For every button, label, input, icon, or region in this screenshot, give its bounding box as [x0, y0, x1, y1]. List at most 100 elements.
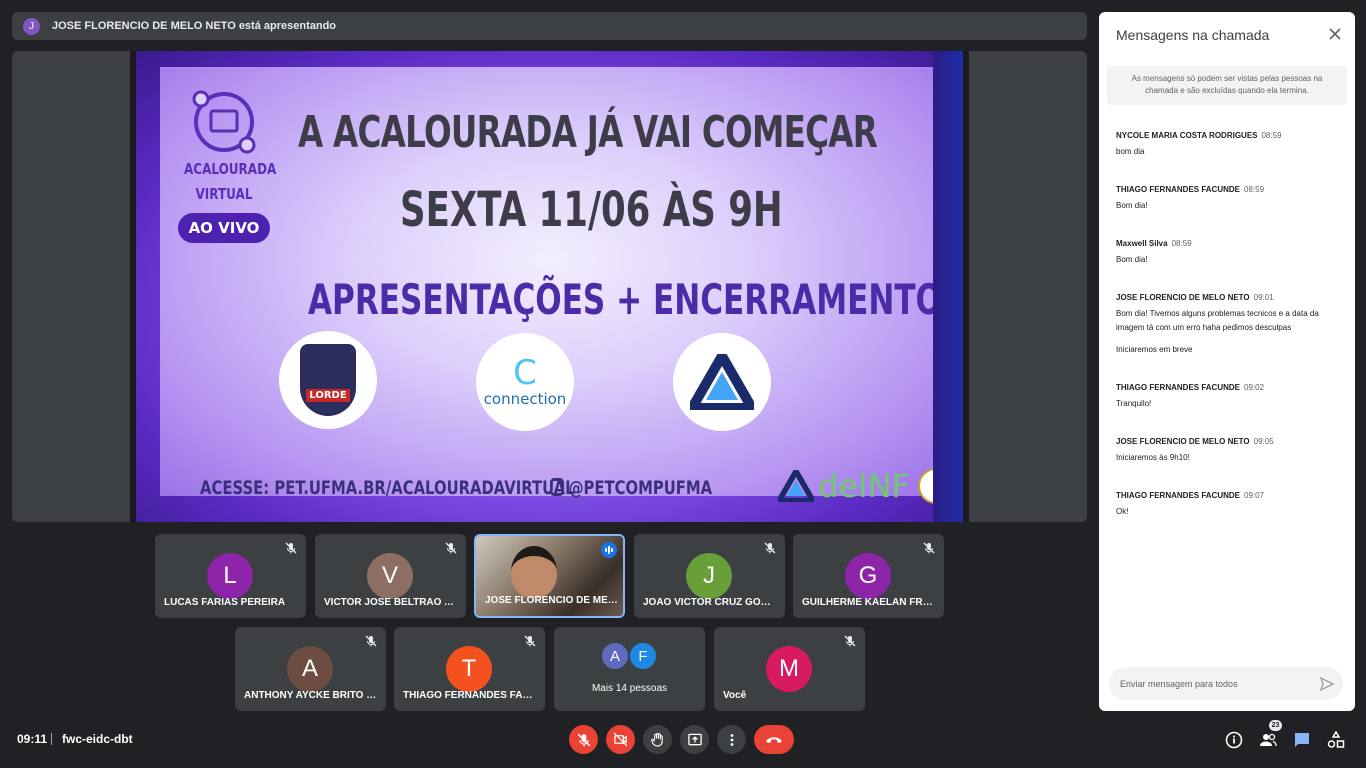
chat-message: NYCOLE MARIA COSTA RODRIGUES 08:59 bom di…: [1116, 125, 1341, 159]
message-text: Iniciaremos em breve: [1116, 345, 1193, 354]
mic-off-icon: [764, 542, 776, 554]
close-icon[interactable]: [1327, 26, 1343, 42]
slide-panel: ACALOURADA VIRTUAL AO VIVO A ACALOURADA …: [160, 67, 954, 505]
chat-input[interactable]: Enviar mensagem para todos: [1109, 667, 1343, 700]
message-text: Bom dia!: [1116, 255, 1148, 264]
slide-title: A ACALOURADA JÁ VAI COMEÇAR: [298, 107, 878, 158]
participant-tile-speaking[interactable]: JOSE FLORENCIO DE MELO NETO: [474, 534, 625, 618]
slide-badge-line2: VIRTUAL: [195, 185, 253, 203]
message-time: 08:59: [1244, 185, 1265, 194]
message-time: 08:59: [1171, 239, 1192, 248]
present-button[interactable]: [680, 725, 709, 754]
deinf-triangle-icon: [778, 470, 814, 502]
deinf-text: deINF: [818, 467, 910, 505]
more-options-button[interactable]: [717, 725, 746, 754]
more-participants-label: Mais 14 pessoas: [591, 683, 668, 694]
participant-avatar: V: [367, 553, 413, 599]
activities-icon[interactable]: [1327, 731, 1345, 749]
more-avatar-f: F: [628, 641, 658, 671]
chat-message: JOSE FLORENCIO DE MELO NETO 09:01 Bom dia…: [1116, 287, 1341, 357]
message-time: 09:07: [1244, 491, 1265, 500]
participant-avatar: G: [845, 553, 891, 599]
more-vert-icon: [730, 733, 733, 746]
meeting-time: 09:11: [17, 732, 48, 746]
message-text: bom dia: [1116, 147, 1145, 156]
lorde-logo-text: LORDE: [306, 389, 350, 402]
participant-tile[interactable]: A ANTHONY AYCKE BRITO LIMA: [235, 627, 386, 711]
mic-off-icon: [577, 733, 590, 746]
more-avatar-a: A: [600, 641, 630, 671]
message-time: 09:05: [1253, 437, 1274, 446]
mic-off-icon: [285, 542, 297, 554]
triangle-logo-icon: [690, 354, 754, 410]
speaking-indicator-icon: [601, 542, 617, 558]
message-sender: Maxwell Silva: [1116, 239, 1168, 248]
participant-name: THIAGO FERNANDES FACUNDE: [403, 690, 537, 701]
participant-avatar: M: [766, 646, 812, 692]
message-sender: NYCOLE MARIA COSTA RODRIGUES: [1116, 131, 1258, 140]
message-sender: THIAGO FERNANDES FACUNDE: [1116, 185, 1241, 194]
slide-event-badge: ACALOURADA VIRTUAL AO VIVO: [174, 87, 277, 243]
send-icon[interactable]: [1319, 676, 1335, 692]
message-text: Iniciaremos às 9h10!: [1116, 453, 1190, 462]
connection-logo: C connection: [476, 333, 574, 431]
chat-message: THIAGO FERNANDES FACUNDE 09:07 Ok!: [1116, 485, 1341, 519]
slide-frame: ACALOURADA VIRTUAL AO VIVO A ACALOURADA …: [130, 51, 969, 522]
slide-date: SEXTA 11/06 ÀS 9H: [400, 182, 783, 238]
chat-icon[interactable]: [1293, 731, 1311, 749]
message-text: Bom dia! Tivemos alguns problemas tecnic…: [1116, 309, 1319, 332]
participant-name: ANTHONY AYCKE BRITO LIMA: [244, 690, 378, 701]
slide-badge-line1: ACALOURADA: [184, 160, 277, 178]
message-time: 09:01: [1253, 293, 1274, 302]
message-sender: THIAGO FERNANDES FACUNDE: [1116, 383, 1241, 392]
participant-name: Você: [723, 690, 747, 701]
deinf-logo: deINF: [778, 467, 954, 505]
chat-panel: Mensagens na chamada As mensagens só pod…: [1099, 12, 1355, 711]
camera-toggle-button[interactable]: [606, 725, 635, 754]
participant-tile[interactable]: J JOAO VICTOR CRUZ GONÇALVES: [634, 534, 785, 618]
instagram-handle: @PETCOMPUFMA: [568, 477, 713, 499]
meeting-info-icon[interactable]: [1225, 731, 1243, 749]
participant-tile[interactable]: V VICTOR JOSE BELTRAO ALMEIDA: [315, 534, 466, 618]
mic-toggle-button[interactable]: [569, 725, 598, 754]
participant-name: LUCAS FARIAS PEREIRA: [164, 597, 286, 608]
hang-up-icon: [766, 736, 782, 743]
meeting-code: fwc-eidc-dbt: [62, 732, 133, 746]
slide-subtitle: APRESENTAÇÕES + ENCERRAMENTO: [308, 275, 942, 324]
shared-slide: ACALOURADA VIRTUAL AO VIVO A ACALOURADA …: [136, 51, 963, 522]
participant-name: JOAO VICTOR CRUZ GONÇALVES: [643, 597, 777, 608]
participant-name: VICTOR JOSE BELTRAO ALMEIDA: [324, 597, 458, 608]
message-time: 08:59: [1261, 131, 1282, 140]
participant-avatar: A: [287, 646, 333, 692]
chat-title: Mensagens na chamada: [1116, 27, 1270, 43]
message-sender: THIAGO FERNANDES FACUNDE: [1116, 491, 1241, 500]
participant-tile[interactable]: G GUILHERME KAELAN FRANCO: [793, 534, 944, 618]
slide-badge-pill: AO VIVO: [178, 213, 270, 243]
self-tile[interactable]: M Você: [714, 627, 865, 711]
chat-message: Maxwell Silva 08:59 Bom dia!: [1116, 233, 1341, 267]
hand-icon: [651, 732, 663, 747]
chat-messages: NYCOLE MARIA COSTA RODRIGUES 08:59 bom di…: [1116, 125, 1341, 539]
lorde-logo: LORDE: [279, 331, 377, 429]
event-logo-icon: [192, 90, 256, 154]
mic-off-icon: [923, 542, 935, 554]
chat-message: THIAGO FERNANDES FACUNDE 09:02 Tranquilo!: [1116, 377, 1341, 411]
participant-count-badge: 23: [1269, 720, 1282, 731]
slide-url: ACESSE: PET.UFMA.BR/ACALOURADAVIRTUAL: [200, 477, 575, 499]
more-participants-tile[interactable]: A F Mais 14 pessoas: [554, 627, 705, 711]
participant-tile[interactable]: L LUCAS FARIAS PEREIRA: [155, 534, 306, 618]
camera-off-icon: [613, 732, 628, 747]
presenting-banner: J JOSE FLORENCIO DE MELO NETO está apres…: [12, 12, 1087, 40]
chat-message: THIAGO FERNANDES FACUNDE 08:59 Bom dia!: [1116, 179, 1341, 213]
message-sender: JOSE FLORENCIO DE MELO NETO: [1116, 293, 1250, 302]
chat-notice: As mensagens só podem ser vistas pelas p…: [1107, 66, 1347, 105]
leave-call-button[interactable]: [754, 725, 794, 754]
mic-off-icon: [445, 542, 457, 554]
raise-hand-button[interactable]: [643, 725, 672, 754]
participant-tile[interactable]: T THIAGO FERNANDES FACUNDE: [394, 627, 545, 711]
people-icon[interactable]: [1259, 731, 1277, 749]
slide-edge: [933, 51, 963, 522]
instagram-icon: [550, 478, 565, 496]
message-text: Tranquilo!: [1116, 399, 1152, 408]
message-sender: JOSE FLORENCIO DE MELO NETO: [1116, 437, 1250, 446]
